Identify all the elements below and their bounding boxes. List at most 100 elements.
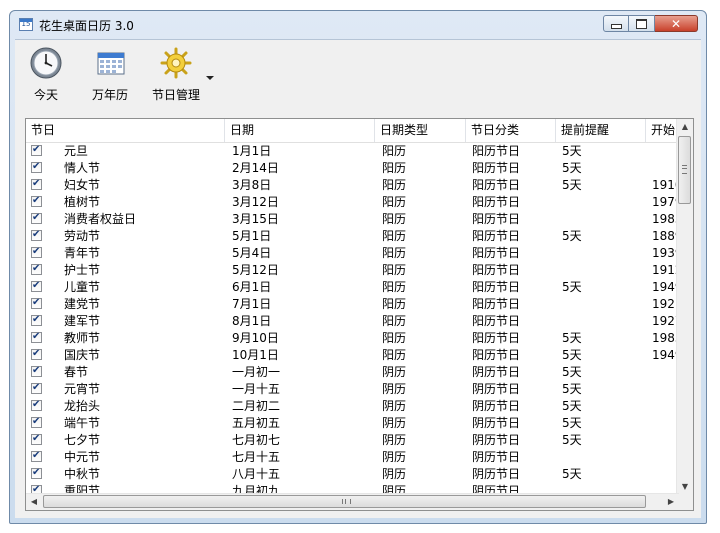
holiday-manage-button[interactable]: 节日管理 <box>148 46 204 103</box>
row-checkbox[interactable] <box>31 399 42 411</box>
table-row[interactable]: 劳动节 5月1日 阳历 阳历节日 5天 1889 <box>26 228 679 245</box>
cell-cat: 阳历节日 <box>472 263 521 277</box>
list-header: 节日 日期 日期类型 节日分类 提前提醒 开始 <box>26 119 679 143</box>
table-row[interactable]: 中秋节 八月十五 阴历 阴历节日 5天 <box>26 466 679 483</box>
maximize-button[interactable] <box>629 15 655 32</box>
cell-name: 端午节 <box>64 416 101 430</box>
table-row[interactable]: 元宵节 一月十五 阴历 阴历节日 5天 <box>26 381 679 398</box>
today-label: 今天 <box>33 88 58 102</box>
row-checkbox[interactable] <box>31 263 42 275</box>
table-row[interactable]: 建党节 7月1日 阳历 阳历节日 1921 <box>26 296 679 313</box>
column-header[interactable]: 开始 <box>646 119 679 142</box>
scroll-left-icon[interactable]: ◀ <box>26 494 42 510</box>
row-checkbox[interactable] <box>31 331 42 343</box>
table-row[interactable]: 植树节 3月12日 阳历 阳历节日 1979 <box>26 194 679 211</box>
title-bar[interactable]: 15 花生桌面日历 3.0 ✕ <box>10 11 706 39</box>
toolbar: 今天 万年历 节日管理 <box>15 39 701 108</box>
perpetual-calendar-button[interactable]: 万年历 <box>85 46 135 103</box>
table-row[interactable]: 教师节 9月10日 阳历 阳历节日 5天 1985 <box>26 330 679 347</box>
table-row[interactable]: 端午节 五月初五 阴历 阴历节日 5天 <box>26 415 679 432</box>
cell-date: 7月1日 <box>232 297 272 311</box>
horizontal-scrollbar[interactable]: ◀ ▶ <box>26 493 679 510</box>
table-row[interactable]: 情人节 2月14日 阳历 阳历节日 5天 <box>26 160 679 177</box>
close-button[interactable]: ✕ <box>655 15 698 32</box>
scroll-up-icon[interactable]: ▲ <box>677 119 693 135</box>
table-row[interactable]: 妇女节 3月8日 阳历 阳历节日 5天 1910 <box>26 177 679 194</box>
cell-date: 8月1日 <box>232 314 272 328</box>
cell-date: 5月1日 <box>232 229 272 243</box>
cell-dtype: 阳历 <box>382 263 407 277</box>
row-checkbox[interactable] <box>31 467 42 479</box>
chevron-down-icon[interactable] <box>206 76 214 80</box>
minimize-button[interactable] <box>603 15 629 32</box>
column-header[interactable]: 日期类型 <box>375 119 466 142</box>
cell-name: 妇女节 <box>64 178 101 192</box>
row-checkbox[interactable] <box>31 314 42 326</box>
content-panel: 节日日期日期类型节日分类提前提醒开始 元旦1月1日阳历阳历节日5天情人节 2月14… <box>15 107 701 518</box>
row-checkbox[interactable] <box>31 348 42 360</box>
table-row[interactable]: 青年节 5月4日 阳历 阳历节日 1939 <box>26 245 679 262</box>
list-rows: 元旦1月1日阳历阳历节日5天情人节2月14日阳历阳历节日5天妇女节3月8日阳历阳… <box>26 143 679 495</box>
scroll-corner <box>677 494 693 510</box>
cell-date: 5月12日 <box>232 263 279 277</box>
table-row[interactable]: 春节 一月初一 阴历 阴历节日 5天 <box>26 364 679 381</box>
row-checkbox[interactable] <box>31 195 42 207</box>
vertical-scroll-thumb[interactable] <box>678 136 691 204</box>
maximize-icon <box>636 18 647 29</box>
table-row[interactable]: 国庆节 10月1日 阳历 阳历节日 5天 1949 <box>26 347 679 364</box>
cell-date: 一月初一 <box>232 365 281 379</box>
table-row[interactable]: 护士节 5月12日 阳历 阳历节日 1912 <box>26 262 679 279</box>
cell-dtype: 阴历 <box>382 382 407 396</box>
minimize-icon <box>610 23 622 29</box>
holiday-manage-label: 节日管理 <box>151 88 200 102</box>
column-header[interactable]: 提前提醒 <box>556 119 646 142</box>
cell-name: 劳动节 <box>64 229 101 243</box>
table-row[interactable]: 儿童节 6月1日 阳历 阳历节日 5天 1949 <box>26 279 679 296</box>
row-checkbox[interactable] <box>31 382 42 394</box>
cell-cat: 阴历节日 <box>472 416 521 430</box>
calendar-grid-icon <box>97 52 125 75</box>
cell-date: 3月8日 <box>232 178 272 192</box>
cell-date: 2月14日 <box>232 161 279 175</box>
cell-start: 1949 <box>652 280 679 294</box>
row-checkbox[interactable] <box>31 365 42 377</box>
row-checkbox[interactable] <box>31 178 42 190</box>
cell-date: 6月1日 <box>232 280 272 294</box>
cell-remind: 5天 <box>562 382 582 396</box>
sun-gear-icon <box>160 47 192 79</box>
cell-dtype: 阳历 <box>382 348 407 362</box>
table-row[interactable]: 元旦 1月1日 阳历 阳历节日 5天 <box>26 143 679 160</box>
cell-name: 护士节 <box>64 263 101 277</box>
today-button[interactable]: 今天 <box>24 46 68 103</box>
cell-date: 3月12日 <box>232 195 279 209</box>
row-checkbox[interactable] <box>31 450 42 462</box>
cell-date: 二月初二 <box>232 399 281 413</box>
row-checkbox[interactable] <box>31 433 42 445</box>
row-checkbox[interactable] <box>31 246 42 258</box>
cell-dtype: 阳历 <box>382 178 407 192</box>
table-row[interactable]: 中元节 七月十五 阴历 阴历节日 <box>26 449 679 466</box>
column-header[interactable]: 节日分类 <box>466 119 556 142</box>
row-checkbox[interactable] <box>31 212 42 224</box>
row-checkbox[interactable] <box>31 161 42 173</box>
horizontal-scroll-thumb[interactable] <box>43 495 646 508</box>
table-row[interactable]: 消费者权益日 3月15日 阳历 阳历节日 1983 <box>26 211 679 228</box>
row-checkbox[interactable] <box>31 416 42 428</box>
clock-icon <box>30 47 62 79</box>
cell-name: 情人节 <box>64 161 101 175</box>
table-row[interactable]: 龙抬头 二月初二 阴历 阴历节日 5天 <box>26 398 679 415</box>
column-header[interactable]: 日期 <box>225 119 375 142</box>
cell-start: 1985 <box>652 331 679 345</box>
scroll-down-icon[interactable]: ▼ <box>677 479 693 495</box>
table-row[interactable]: 七夕节 七月初七 阴历 阴历节日 5天 <box>26 432 679 449</box>
row-checkbox[interactable] <box>31 280 42 292</box>
row-checkbox[interactable] <box>31 297 42 309</box>
cell-date: 10月1日 <box>232 348 279 362</box>
table-row[interactable]: 建军节 8月1日 阳历 阳历节日 1927 <box>26 313 679 330</box>
column-header[interactable]: 节日 <box>26 119 225 142</box>
cell-name: 龙抬头 <box>64 399 101 413</box>
row-checkbox[interactable] <box>31 144 42 156</box>
vertical-scrollbar[interactable]: ▲ ▼ <box>676 119 693 495</box>
cell-cat: 阳历节日 <box>472 246 521 260</box>
row-checkbox[interactable] <box>31 229 42 241</box>
